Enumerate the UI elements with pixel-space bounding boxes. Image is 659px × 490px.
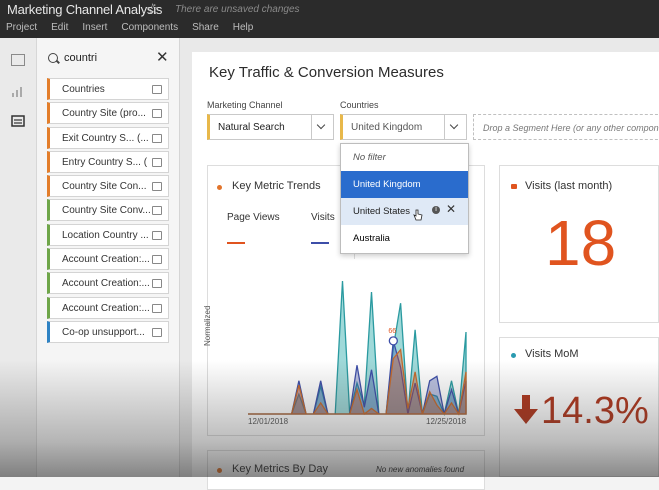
lock-icon bbox=[511, 184, 517, 189]
components-panel: ✕ Countries Country Site (pro... Exit Co… bbox=[37, 38, 180, 477]
component-item[interactable]: Country Site (pro... bbox=[47, 102, 169, 125]
component-label: Country Site Conv... bbox=[62, 205, 151, 217]
search-icon bbox=[48, 53, 58, 63]
dimension-icon bbox=[152, 85, 162, 94]
card-title: Visits (last month) bbox=[525, 180, 613, 192]
component-item[interactable]: Exit Country S... (... bbox=[47, 126, 169, 149]
app-header: Marketing Channel Analysis ☆ There are u… bbox=[0, 0, 659, 38]
cursor-hand-icon bbox=[413, 209, 423, 221]
arrow-down-icon bbox=[514, 392, 538, 424]
project-title[interactable]: Marketing Channel Analysis bbox=[7, 2, 162, 17]
panel-title[interactable]: Key Traffic & Conversion Measures bbox=[209, 64, 444, 81]
dropdown-value: United Kingdom bbox=[351, 122, 423, 133]
segment-drop-text: Drop a Segment Here (or any other compon… bbox=[483, 123, 659, 133]
workspace-canvas: Key Traffic & Conversion Measures Market… bbox=[180, 38, 659, 490]
card-title: Visits MoM bbox=[525, 348, 579, 360]
component-item[interactable]: Country Site Con... bbox=[47, 175, 169, 198]
star-icon[interactable]: ☆ bbox=[146, 0, 159, 18]
component-label: Countries bbox=[62, 84, 105, 95]
component-label: Exit Country S... (... bbox=[62, 132, 149, 144]
chevron-down-icon[interactable] bbox=[444, 115, 466, 139]
close-icon[interactable]: ✕ bbox=[156, 48, 169, 66]
option-label: United States bbox=[353, 206, 411, 217]
mom-value: 14.3% bbox=[541, 390, 649, 432]
dimension-icon bbox=[152, 109, 162, 119]
component-item[interactable]: Location Country ... bbox=[47, 223, 169, 246]
card-indicator-dot bbox=[511, 353, 516, 358]
unsaved-status: There are unsaved changes bbox=[175, 4, 300, 15]
dimension-icon bbox=[152, 133, 162, 143]
mom-value-row: 14.3% bbox=[514, 390, 649, 433]
component-label: Country Site Con... bbox=[62, 181, 147, 193]
visits-value: 18 bbox=[545, 207, 617, 279]
key-metrics-by-day-card: Key Metrics By Day No new anomalies foun… bbox=[207, 450, 485, 490]
component-label: Account Creation:... bbox=[62, 278, 150, 290]
component-label: Entry Country S... ( bbox=[62, 156, 148, 168]
option-australia[interactable]: Australia bbox=[341, 225, 468, 252]
option-united-kingdom[interactable]: United Kingdom bbox=[341, 171, 468, 198]
component-item[interactable]: Country Site Conv... bbox=[47, 199, 169, 222]
freeform-panel: Key Traffic & Conversion Measures Market… bbox=[192, 52, 659, 490]
menu-components[interactable]: Components bbox=[121, 22, 178, 33]
option-label: No filter bbox=[353, 152, 386, 163]
metric-icon bbox=[152, 255, 162, 265]
metric-icon bbox=[152, 230, 162, 240]
option-united-states[interactable]: United States i ✕ bbox=[341, 198, 468, 225]
component-item[interactable]: Account Creation:... bbox=[47, 248, 169, 271]
component-item[interactable]: Entry Country S... ( bbox=[47, 150, 169, 173]
component-label: Location Country ... bbox=[62, 229, 149, 241]
dropdown-value: Natural Search bbox=[218, 122, 285, 133]
metric-icon bbox=[152, 279, 162, 289]
component-item[interactable]: Co-op unsupport... bbox=[47, 320, 169, 343]
x-tick-label: 12/01/2018 bbox=[248, 417, 289, 426]
visits-summary-card: Visits (last month) 18 bbox=[499, 165, 659, 323]
component-item[interactable]: Account Creation:... bbox=[47, 296, 169, 319]
x-tick-label: 12/25/2018 bbox=[426, 417, 467, 426]
filter-label-marketing-channel: Marketing Channel bbox=[207, 100, 283, 110]
components-icon[interactable] bbox=[11, 114, 25, 127]
peak-marker[interactable] bbox=[388, 336, 398, 346]
option-label: United Kingdom bbox=[353, 179, 421, 190]
dimension-icon bbox=[152, 182, 162, 192]
option-no-filter[interactable]: No filter bbox=[341, 144, 468, 171]
info-icon[interactable]: i bbox=[432, 206, 440, 214]
left-rail bbox=[0, 38, 37, 477]
component-label: Country Site (pro... bbox=[62, 108, 146, 120]
card-title: Key Metrics By Day bbox=[232, 463, 328, 475]
metric-icon bbox=[152, 303, 162, 313]
component-list: Countries Country Site (pro... Exit Coun… bbox=[47, 78, 169, 345]
menu-insert[interactable]: Insert bbox=[82, 22, 107, 33]
panels-icon[interactable] bbox=[11, 54, 25, 66]
card-indicator-dot bbox=[217, 468, 222, 473]
segment-icon bbox=[152, 327, 162, 337]
visits-mom-card: Visits MoM 14.3% bbox=[499, 337, 659, 477]
countries-dropdown-menu: No filter United Kingdom United States i… bbox=[340, 143, 469, 254]
component-item[interactable]: Countries bbox=[47, 78, 169, 100]
menu-share[interactable]: Share bbox=[192, 22, 219, 33]
segment-drop-zone[interactable]: Drop a Segment Here (or any other compon… bbox=[473, 114, 659, 140]
menu-bar: Project Edit Insert Components Share Help bbox=[6, 22, 267, 33]
metric-icon bbox=[152, 206, 162, 216]
option-label: Australia bbox=[353, 233, 390, 244]
component-search-input[interactable] bbox=[64, 50, 154, 66]
component-label: Account Creation:... bbox=[62, 302, 150, 314]
filter-label-countries: Countries bbox=[340, 100, 379, 110]
visualizations-icon[interactable] bbox=[11, 84, 25, 97]
anomaly-note: No new anomalies found bbox=[376, 465, 465, 474]
peak-label: 66 bbox=[388, 328, 396, 335]
menu-project[interactable]: Project bbox=[6, 22, 37, 33]
menu-edit[interactable]: Edit bbox=[51, 22, 68, 33]
component-item[interactable]: Account Creation:... bbox=[47, 272, 169, 295]
close-icon[interactable]: ✕ bbox=[446, 202, 456, 216]
dimension-icon bbox=[152, 157, 162, 167]
component-label: Co-op unsupport... bbox=[62, 326, 145, 338]
marketing-channel-dropdown[interactable]: Natural Search bbox=[207, 114, 334, 140]
component-label: Account Creation:... bbox=[62, 254, 150, 266]
chevron-down-icon[interactable] bbox=[311, 115, 333, 139]
countries-dropdown[interactable]: United Kingdom bbox=[340, 114, 467, 140]
menu-help[interactable]: Help bbox=[233, 22, 254, 33]
